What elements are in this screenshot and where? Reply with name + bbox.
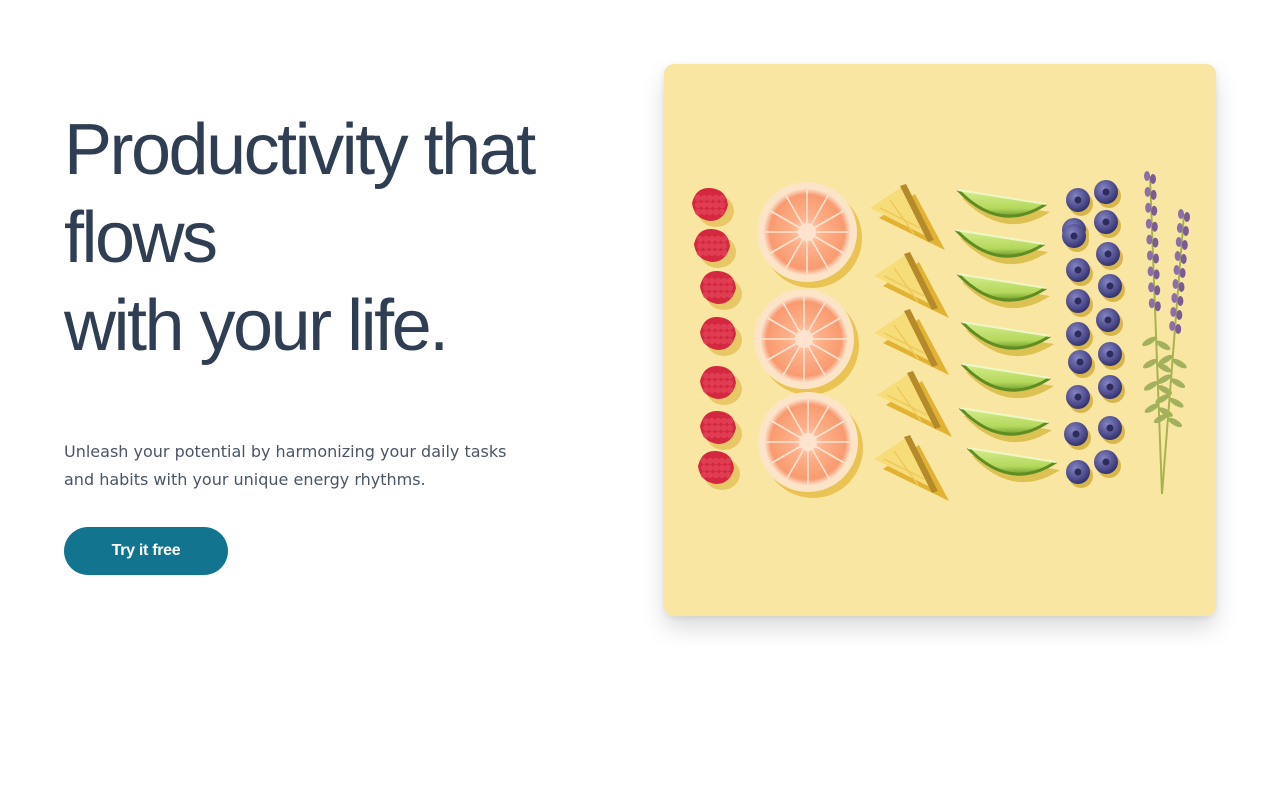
subtitle-line-1: Unleash your potential by harmonizing yo… bbox=[64, 442, 507, 461]
hero-image bbox=[664, 64, 1216, 616]
subtitle-line-2: and habits with your unique energy rhyth… bbox=[64, 470, 426, 489]
hero-subtitle: Unleash your potential by harmonizing yo… bbox=[64, 438, 534, 494]
headline-line-3: with your life. bbox=[64, 286, 449, 366]
try-it-free-button[interactable]: Try it free bbox=[64, 527, 228, 575]
headline-line-1: Productivity that bbox=[64, 110, 536, 190]
landing-page: Productivity that flows with your life. … bbox=[0, 0, 1280, 800]
image-background bbox=[664, 64, 1216, 616]
headline-line-2: flows bbox=[64, 198, 218, 278]
fruit-flatlay-image bbox=[664, 64, 1216, 616]
hero-headline: Productivity that flows with your life. bbox=[64, 106, 604, 370]
